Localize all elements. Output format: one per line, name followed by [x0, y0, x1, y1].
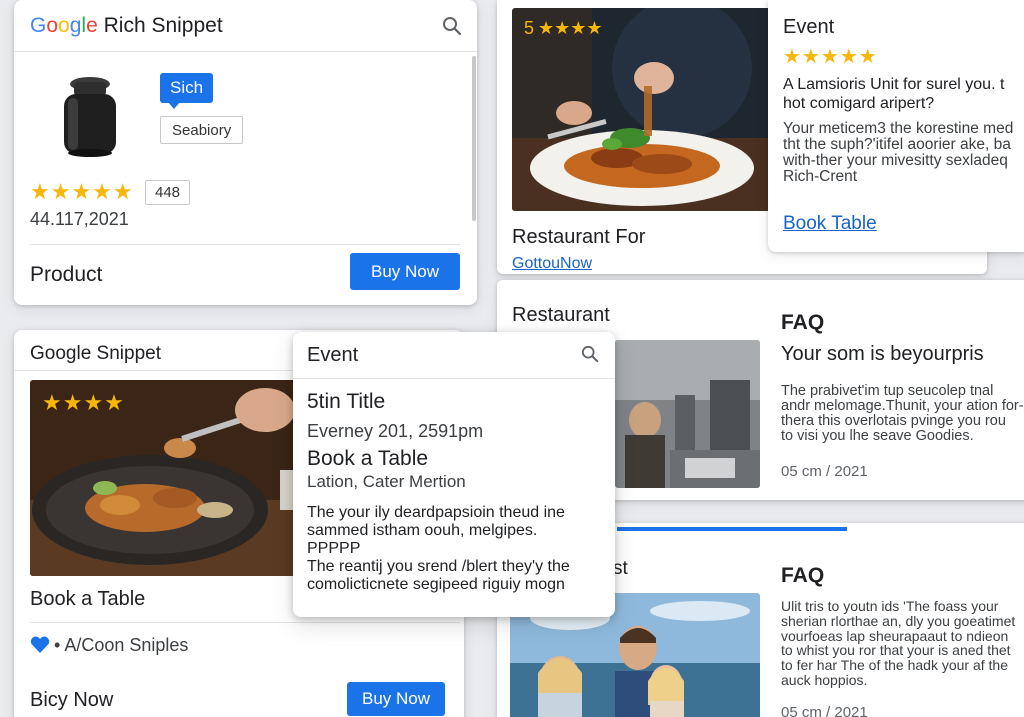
- event-para-1: The your ily deardpapsioin theud ine sam…: [307, 504, 565, 557]
- faq2-heading: FAQ: [781, 564, 825, 587]
- heart-icon: [30, 636, 50, 654]
- google-logo: Google: [30, 14, 104, 37]
- cafe-photo: [615, 340, 760, 488]
- event-stars: ★★★★★: [783, 46, 878, 68]
- faq-date: 05 cm / 2021: [781, 463, 868, 480]
- tag-box[interactable]: Seabiory: [160, 116, 244, 144]
- book-table-heading: Book a Table: [30, 588, 146, 610]
- buy-now-button-2[interactable]: Buy Now: [347, 682, 445, 716]
- event-review-card: Event ★★★★★ A Lamsioris Unit for surel y…: [768, 0, 1024, 252]
- chip-label: Sich: [170, 78, 204, 97]
- event-popover-label: Event: [307, 344, 359, 366]
- event-book-heading: Book a Table: [307, 447, 429, 470]
- restaurant-photo: 5 ★★★★: [512, 8, 770, 211]
- category-chip[interactable]: Sich: [160, 73, 214, 103]
- rating-stars: ★★★★★: [30, 179, 134, 204]
- faq-body: The prabivet'im tup seucolep tnal andr m…: [781, 383, 1024, 444]
- event-popover-card: Event 5tin Title Everney 201, 2591pm Boo…: [293, 332, 615, 617]
- heart-label: • A/Coon Sniples: [54, 635, 189, 655]
- buy-now-button[interactable]: Buy Now: [350, 253, 460, 290]
- snippet-title: Google Snippet: [30, 343, 161, 364]
- card-header: Google Rich Snippet: [30, 14, 223, 38]
- faq2-date: 05 cm / 2021: [781, 704, 868, 717]
- scrollbar[interactable]: [472, 56, 476, 221]
- partial-label: st: [613, 558, 628, 579]
- product-image: [60, 74, 120, 158]
- restaurant-title: Restaurant For: [512, 226, 646, 248]
- faq-heading: FAQ: [781, 311, 825, 334]
- product-label: Product: [30, 263, 103, 286]
- rating-count: 448: [154, 184, 181, 201]
- event-body: Your meticem3 the korestine med tht the …: [783, 120, 1014, 185]
- bicy-now-label: Bicy Now: [30, 689, 114, 711]
- search-icon-2[interactable]: [581, 345, 599, 363]
- dish-photo: ★★★★: [30, 380, 310, 576]
- product-date: 44.117,2021: [30, 209, 129, 229]
- book-table-link[interactable]: Book Table: [783, 213, 877, 235]
- chip-pointer: [168, 102, 180, 109]
- event-question: A Lamsioris Unit for surel you. t hot co…: [783, 76, 1005, 112]
- card-title: Rich Snippet: [103, 14, 223, 37]
- rating-count-box: 448: [145, 180, 190, 205]
- restaurant-label: Restaurant: [512, 304, 610, 326]
- goto-now-link[interactable]: GottouNow: [512, 255, 592, 273]
- event-datetime: Everney 201, 2591pm: [307, 421, 484, 441]
- google-logo-letter: o: [46, 14, 59, 37]
- google-logo-letter: G: [30, 14, 47, 37]
- progress-bar: [617, 527, 847, 531]
- photo-rating-badge: 5 ★★★★: [524, 18, 603, 38]
- product-snippet-card: Google Rich Snippet Sich Seabiory ★★★★★ …: [14, 0, 477, 305]
- dish-stars: ★★★★: [42, 390, 125, 415]
- faq-headline: Your som is beyourpris: [781, 343, 984, 365]
- google-logo-letter: o: [58, 14, 70, 37]
- search-icon[interactable]: [442, 16, 462, 36]
- tag-label: Seabiory: [172, 121, 232, 139]
- event-location: Lation, Cater Mertion: [307, 472, 466, 491]
- google-logo-letter: e: [86, 14, 98, 37]
- event-label: Event: [783, 16, 835, 38]
- faq2-body: Ulit tris to youtn ids 'The foass your s…: [781, 598, 1016, 688]
- event-title: 5tin Title: [307, 390, 386, 413]
- google-logo-letter: g: [69, 14, 82, 37]
- event-para-2: The reantij you srend /blert they'y the …: [307, 558, 570, 593]
